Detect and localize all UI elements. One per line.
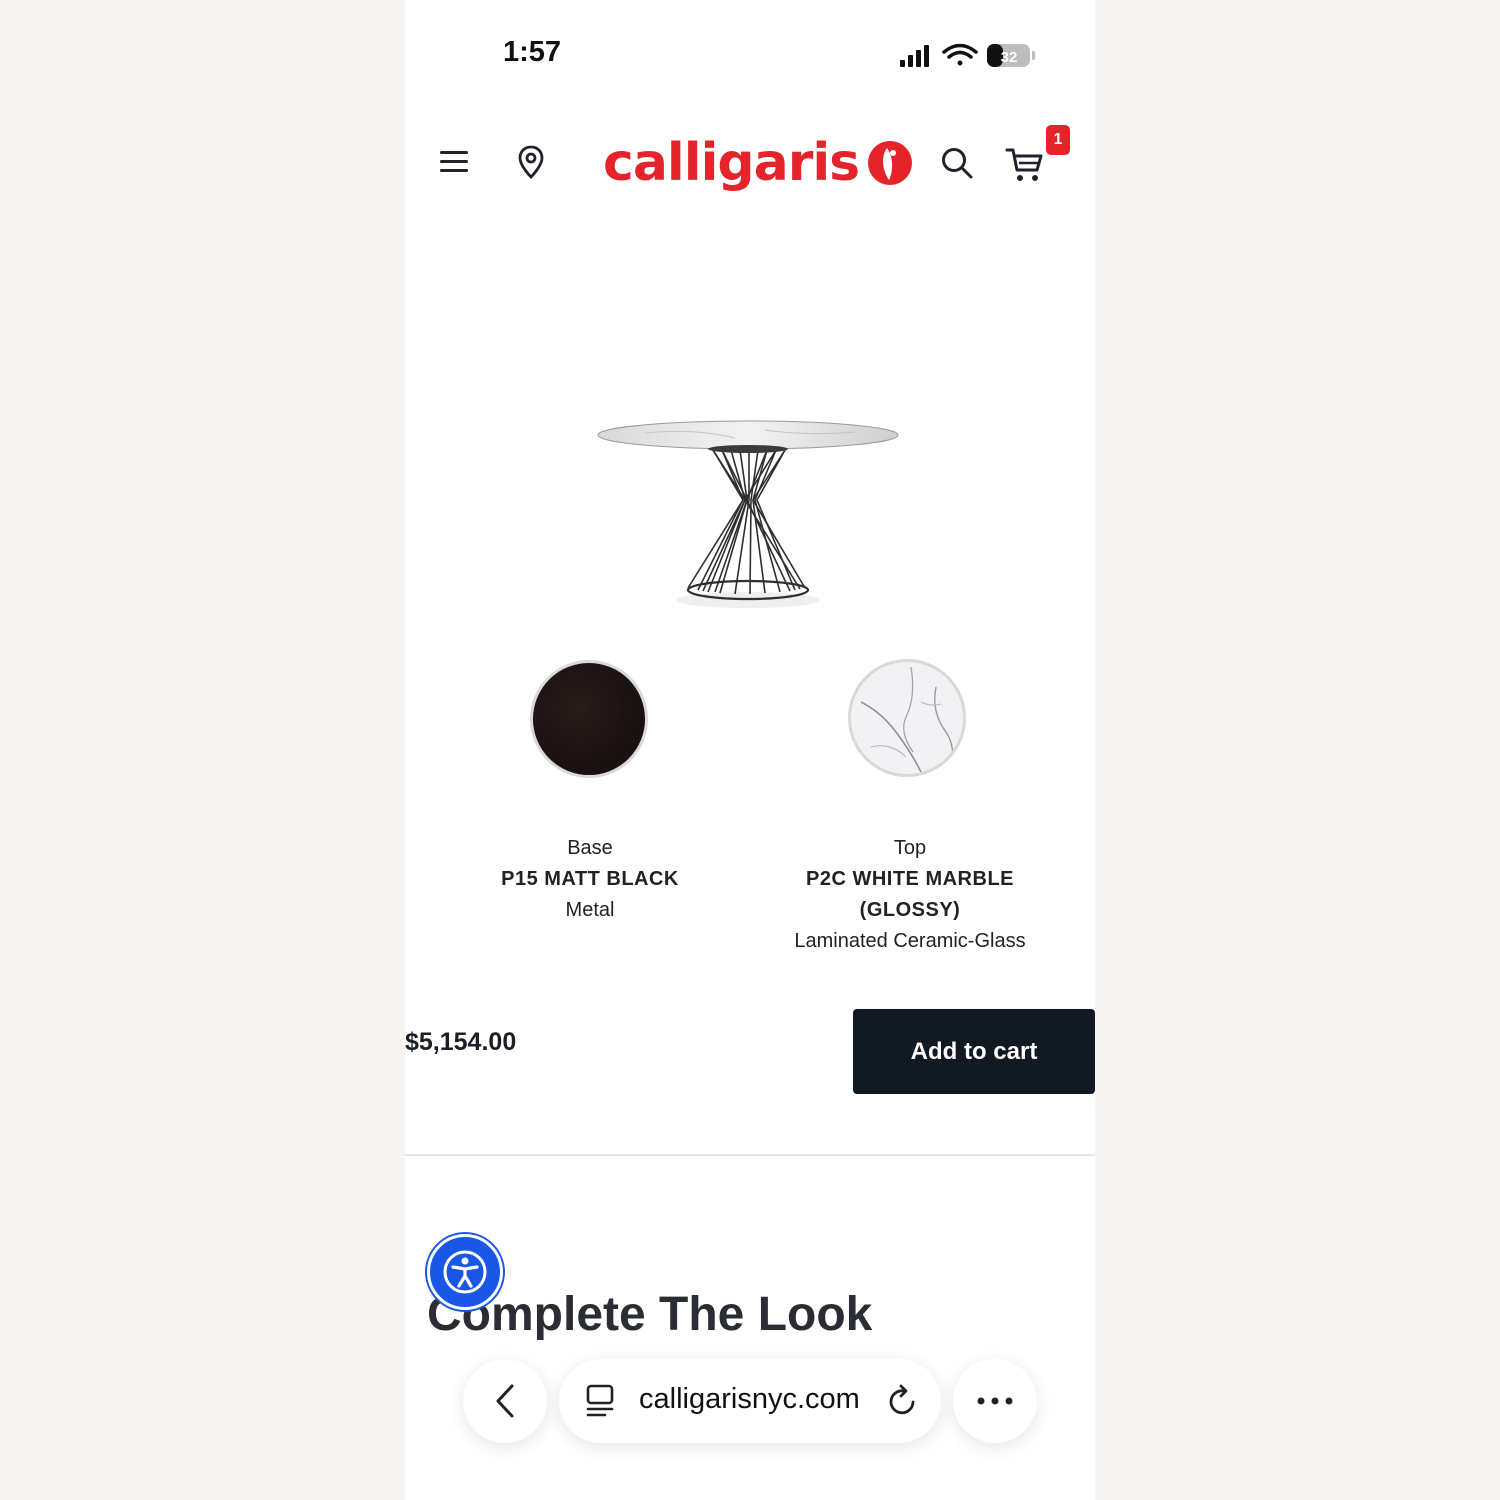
accessibility-button[interactable] [427, 1234, 503, 1310]
status-time: 1:57 [503, 36, 562, 68]
top-label: Top [893, 837, 927, 859]
base-label: Base [567, 837, 613, 859]
browser-back-button[interactable] [463, 1359, 547, 1443]
search-icon[interactable] [940, 146, 974, 180]
chevron-left-icon [496, 1384, 514, 1418]
wifi-icon [942, 43, 978, 66]
location-pin-icon[interactable] [517, 144, 545, 180]
status-icons: 32 [900, 43, 1035, 67]
top-finish-swatch[interactable] [848, 659, 966, 777]
cart-icon[interactable] [1005, 146, 1045, 184]
top-material: Laminated Ceramic-Glass [794, 930, 1026, 952]
base-material: Metal [565, 899, 615, 921]
accessibility-icon [443, 1250, 487, 1294]
site-header: calligaris 1 [405, 120, 1095, 210]
top-finish-details: Top P2C WHITE MARBLE (GLOSSY) Laminated … [770, 833, 1050, 957]
brand-logo[interactable]: calligaris [603, 128, 913, 198]
brand-emblem-icon [868, 141, 913, 185]
battery-level: 32 [1001, 49, 1018, 66]
base-finish-swatch[interactable] [530, 660, 648, 778]
add-to-cart-button[interactable]: Add to cart [853, 1009, 1095, 1094]
menu-icon[interactable] [439, 148, 469, 176]
battery-icon: 32 [987, 44, 1035, 67]
phone-screen: 1:57 32 calligaris 1 Base P15 MATT BLACK… [405, 0, 1095, 1500]
product-price: $5,154.00 [405, 1028, 517, 1056]
browser-address-bar[interactable]: calligarisnyc.com [559, 1359, 941, 1443]
page-menu-icon[interactable] [585, 1384, 615, 1418]
product-image-table[interactable] [585, 400, 905, 615]
section-divider [405, 1154, 1095, 1156]
browser-more-button[interactable] [953, 1359, 1037, 1443]
top-finish-name-line1: P2C WHITE MARBLE [806, 868, 1014, 890]
reload-icon[interactable] [887, 1383, 919, 1417]
signal-icon [900, 45, 929, 67]
cart-count-badge: 1 [1046, 125, 1070, 155]
browser-url: calligarisnyc.com [639, 1383, 860, 1415]
base-finish-name: P15 MATT BLACK [501, 868, 679, 890]
brand-name: calligaris [603, 133, 860, 193]
top-finish-name-line2: (GLOSSY) [859, 899, 961, 921]
more-dots-icon [977, 1397, 1013, 1405]
base-finish-details: Base P15 MATT BLACK Metal [465, 833, 715, 926]
marble-texture [860, 666, 954, 773]
